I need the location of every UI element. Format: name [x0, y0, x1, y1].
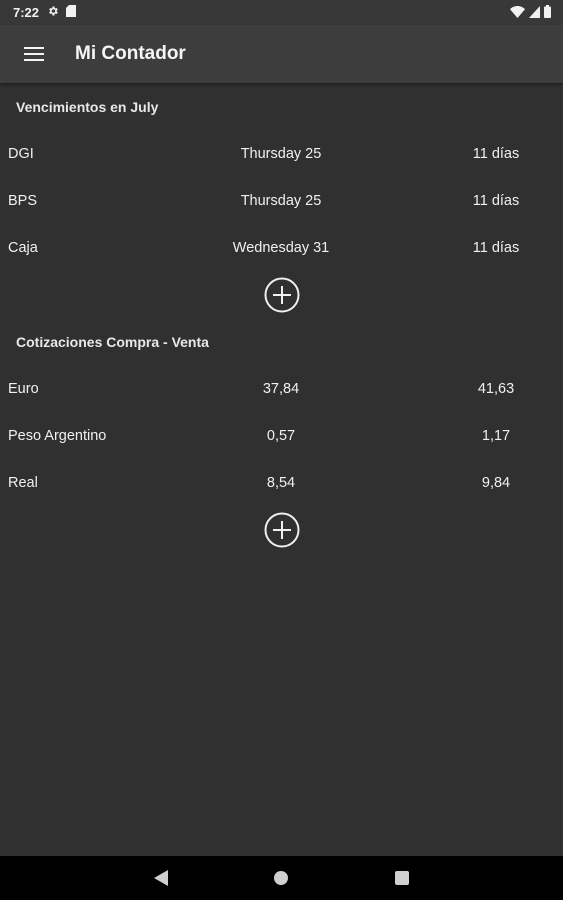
- app-bar: Mi Contador: [0, 25, 563, 83]
- currency-buy: 8,54: [266, 474, 296, 491]
- exchange-rate-row[interactable]: Peso Argentino 0,57 1,17: [0, 412, 563, 459]
- status-bar: 7:22: [0, 0, 563, 25]
- due-date-name: Caja: [8, 239, 38, 256]
- recents-icon[interactable]: [392, 868, 412, 888]
- currency-buy: 0,57: [266, 427, 296, 444]
- add-exchange-rate-row: [0, 506, 563, 553]
- main-content: Vencimientos en July DGI Thursday 25 11 …: [0, 83, 563, 553]
- sd-card-icon: [66, 5, 77, 20]
- due-date-days: 11 días: [472, 192, 520, 209]
- exchange-rate-row[interactable]: Euro 37,84 41,63: [0, 365, 563, 412]
- currency-sell: 1,17: [481, 427, 511, 444]
- wifi-icon: [510, 5, 525, 21]
- navigation-bar: [0, 856, 563, 900]
- status-time: 7:22: [13, 5, 40, 20]
- exchange-rates-header: Cotizaciones Compra - Venta: [16, 333, 209, 350]
- due-date-date: Thursday 25: [240, 145, 322, 162]
- due-date-days: 11 días: [472, 145, 520, 162]
- add-circle-icon: [264, 277, 299, 312]
- currency-name: Real: [8, 474, 38, 491]
- add-exchange-rate-button[interactable]: [264, 512, 300, 548]
- add-due-date-button[interactable]: [264, 277, 300, 313]
- currency-sell: 9,84: [481, 474, 511, 491]
- settings-icon: [47, 5, 59, 20]
- add-due-date-row: [0, 271, 563, 318]
- currency-buy: 37,84: [262, 380, 300, 397]
- due-date-row[interactable]: BPS Thursday 25 11 días: [0, 177, 563, 224]
- exchange-rate-row[interactable]: Real 8,54 9,84: [0, 459, 563, 506]
- currency-sell: 41,63: [477, 380, 515, 397]
- back-icon[interactable]: [151, 868, 171, 888]
- home-icon[interactable]: [271, 868, 291, 888]
- app-title: Mi Contador: [75, 43, 186, 64]
- due-date-date: Wednesday 31: [232, 239, 330, 256]
- status-left-icons: [47, 5, 77, 20]
- due-date-date: Thursday 25: [240, 192, 322, 209]
- due-date-name: DGI: [8, 145, 34, 162]
- due-date-days: 11 días: [472, 239, 520, 256]
- currency-name: Peso Argentino: [8, 427, 107, 444]
- currency-name: Euro: [8, 380, 39, 397]
- battery-icon: [544, 5, 551, 21]
- due-dates-header: Vencimientos en July: [16, 98, 159, 115]
- due-date-row[interactable]: Caja Wednesday 31 11 días: [0, 224, 563, 271]
- add-circle-icon: [264, 512, 299, 547]
- due-date-name: BPS: [8, 192, 38, 209]
- status-right-icons: [510, 5, 551, 21]
- hamburger-menu-icon[interactable]: [22, 42, 46, 66]
- due-date-row[interactable]: DGI Thursday 25 11 días: [0, 130, 563, 177]
- signal-icon: [529, 5, 540, 21]
